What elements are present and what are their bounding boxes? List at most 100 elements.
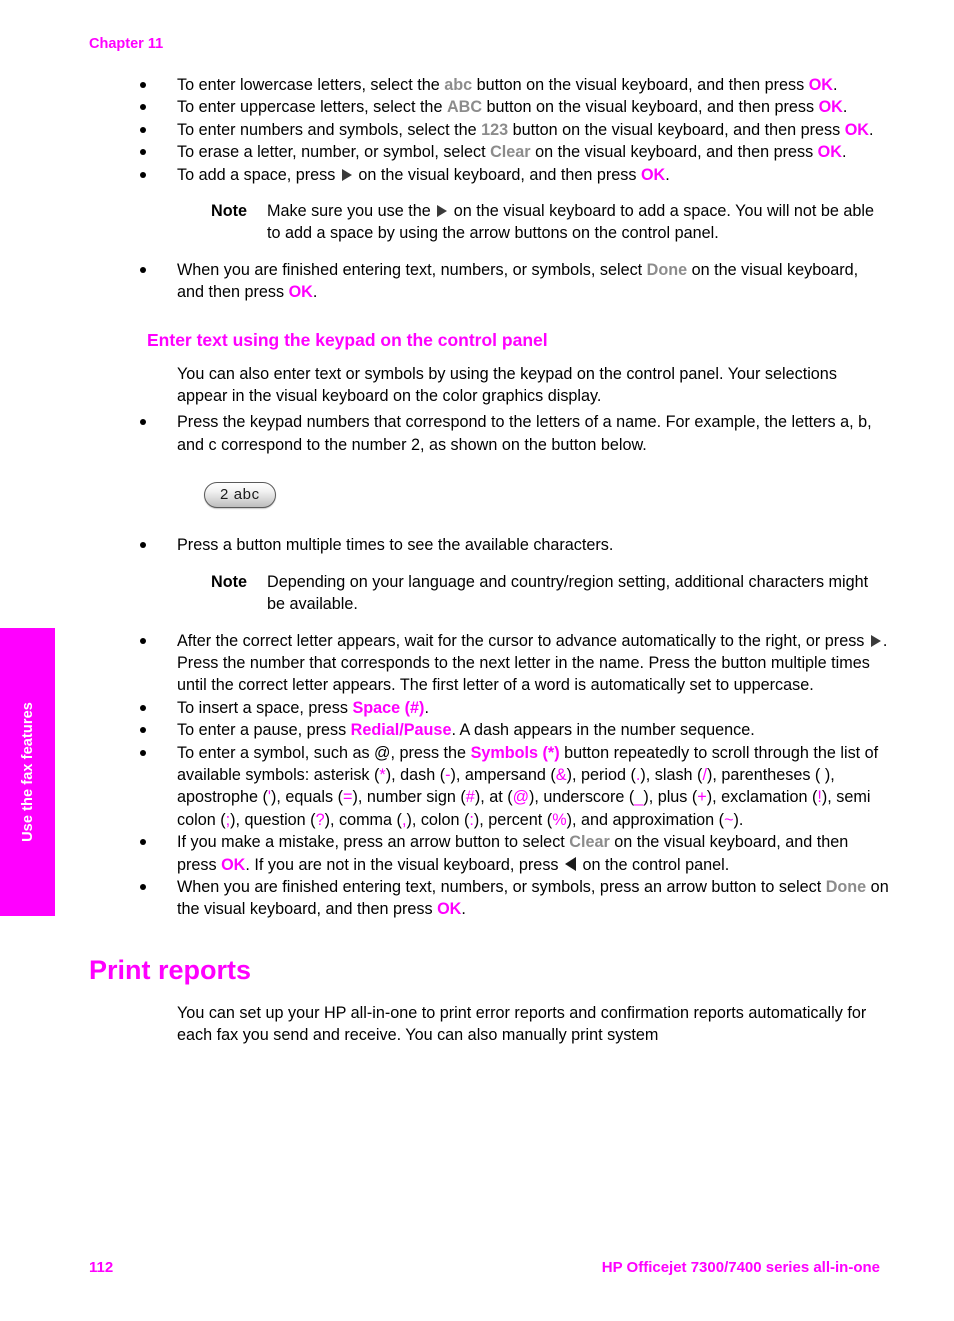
list-item: After the correct letter appears, wait f… (89, 630, 889, 697)
note-block: Note Depending on your language and count… (89, 571, 889, 616)
bullet-text: ), ampersand ( (450, 765, 556, 784)
list-item: To enter lowercase letters, select the a… (89, 74, 889, 96)
bullet-text: . If you are not in the visual keyboard,… (245, 855, 563, 874)
bullet-text: To erase a letter, number, or symbol, se… (177, 143, 491, 162)
bullet-text: button on the visual keyboard, and then … (482, 98, 819, 117)
key-label: Redial/Pause (350, 721, 452, 740)
bullet-text: . (461, 900, 466, 919)
side-tab: Use the fax features (0, 628, 55, 916)
bullet-text: To enter a pause, press (177, 721, 351, 740)
note-block: Note Make sure you use the on the visual … (89, 200, 889, 245)
bullet-text: ), plus ( (643, 788, 698, 807)
symbol-plus: + (697, 788, 707, 807)
bullet-text: When you are finished entering text, num… (177, 260, 647, 279)
key-label: Clear (490, 143, 531, 162)
bullet-text: ), exclamation ( (706, 788, 818, 807)
key-label: 123 (481, 120, 509, 139)
section-heading-keypad: Enter text using the keypad on the contr… (147, 329, 548, 350)
bullet-text: . (312, 283, 318, 302)
visual-keyboard-bullet-list: To enter lowercase letters, select the a… (89, 74, 889, 186)
bullet-dot-icon (140, 839, 146, 846)
bullet-text: . (424, 698, 429, 717)
footer-page-number: 112 (89, 1259, 114, 1276)
note-text: Make sure you use the (267, 202, 436, 221)
bullet-text: To add a space, press (177, 165, 340, 184)
bullet-text: To enter a symbol, such as @, press the (177, 743, 471, 762)
list-item: Press the keypad numbers that correspond… (89, 411, 889, 456)
ok-label: OK (844, 120, 869, 139)
arrow-right-icon (437, 205, 448, 218)
bullet-dot-icon (140, 883, 146, 890)
bullet-text: To enter lowercase letters, select the (177, 76, 445, 94)
list-item: To enter a pause, press Redial/Pause. A … (89, 719, 889, 741)
key-label: abc (444, 76, 473, 94)
ok-label: OK (808, 76, 833, 94)
bullet-text: After the correct letter appears, wait f… (177, 631, 869, 650)
note-text: Depending on your language and country/r… (267, 572, 869, 614)
bullet-dot-icon (140, 266, 146, 273)
list-item: To insert a space, press Space (#). (89, 697, 889, 719)
bullet-dot-icon (140, 749, 146, 756)
bullet-text: To enter uppercase letters, select the (177, 98, 447, 117)
note-label: Note (211, 202, 247, 221)
footer-product-title: HP Officejet 7300/7400 series all-in-one (601, 1259, 880, 1276)
keypad-bullet-list-3: After the correct letter appears, wait f… (89, 630, 889, 921)
keypad-button-illustration: 2 abc (89, 482, 889, 509)
bullet-text: ), percent ( (473, 810, 553, 829)
bullet-dot-icon (140, 126, 146, 133)
bullet-dot-icon (140, 542, 146, 549)
bullet-text: . (842, 98, 848, 117)
symbol-ampersand: & (555, 765, 567, 784)
bullet-text: . A dash appears in the number sequence. (451, 721, 755, 740)
keypad-bullet-list-2: Press a button multiple times to see the… (89, 534, 889, 556)
bullet-text: ), parentheses ( (706, 765, 821, 784)
bullet-text: Press the keypad numbers that correspond… (177, 413, 872, 454)
bullet-text: ), slash ( (640, 765, 703, 784)
keypad-bullet-list-1: Press the keypad numbers that correspond… (89, 411, 889, 456)
arrow-left-icon (565, 856, 576, 871)
ok-label: OK (817, 143, 842, 162)
symbol-tilde: ~ (724, 810, 734, 829)
arrow-right-icon (341, 168, 352, 181)
bullet-dot-icon (140, 704, 146, 711)
section-heading-print-reports: Print reports (89, 954, 252, 985)
bullet-text: If you make a mistake, press an arrow bu… (177, 833, 570, 852)
key-label: Done (825, 877, 867, 896)
ok-label: OK (437, 900, 462, 919)
bullet-text: on the visual keyboard, and then press (353, 165, 641, 184)
ok-label: OK (288, 283, 313, 302)
bullet-text: ), number sign ( (352, 788, 466, 807)
key-label: ABC (446, 98, 483, 117)
print-reports-paragraph: You can set up your HP all-in-one to pri… (177, 1003, 867, 1045)
bullet-text: Press a button multiple times to see the… (177, 536, 614, 555)
bullet-text: When you are finished entering text, num… (177, 877, 826, 896)
key-label: Clear (569, 833, 610, 852)
keypad-intro-paragraph: You can also enter text or symbols by us… (177, 364, 837, 406)
key-label: Space (#) (352, 698, 425, 717)
bullet-text: ), and approximation ( (566, 810, 725, 829)
bullet-text: To enter numbers and symbols, select the (177, 120, 482, 139)
bullet-dot-icon (140, 82, 146, 88)
bullet-dot-icon (140, 727, 146, 734)
bullet-dot-icon (140, 171, 146, 178)
list-item: To add a space, press on the visual keyb… (89, 164, 889, 186)
key-label: Symbols (*) (470, 743, 560, 762)
bullet-dot-icon (140, 104, 146, 111)
bullet-text: To insert a space, press (177, 698, 353, 717)
list-item: To erase a letter, number, or symbol, se… (89, 141, 889, 163)
bullet-text: ), period ( (566, 765, 636, 784)
chapter-header: Chapter 11 (89, 36, 164, 52)
list-item: To enter numbers and symbols, select the… (89, 119, 889, 141)
symbol-percent: % (552, 810, 567, 829)
bullet-text: on the visual keyboard, and then press (530, 143, 818, 162)
list-item: When you are finished entering text, num… (89, 259, 889, 304)
side-tab-label: Use the fax features (19, 702, 36, 842)
bullet-text: . (665, 165, 670, 184)
arrow-right-icon (870, 634, 881, 647)
bullet-dot-icon (140, 637, 146, 644)
ok-label: OK (221, 855, 246, 874)
bullet-text: ). (733, 810, 744, 829)
key-label: Done (646, 260, 688, 279)
symbol-at: @ (512, 788, 530, 807)
note-label: Note (211, 572, 247, 591)
